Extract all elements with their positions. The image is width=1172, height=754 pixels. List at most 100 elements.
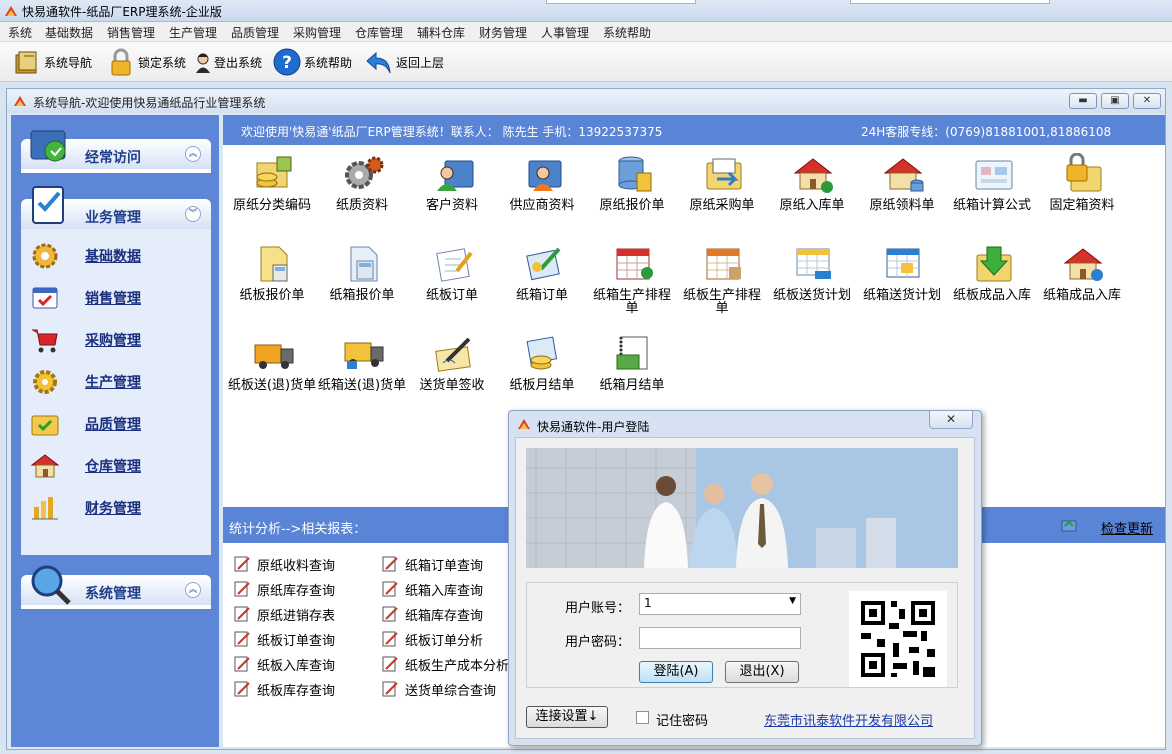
report-item[interactable]: 送货单综合查询 [381,678,496,700]
stats-title: 统计分析-->相关报表： [229,522,367,537]
module-base-paper-inbound[interactable]: 原纸入库单 [767,149,857,229]
check-update-link[interactable]: 检查更新 [1101,518,1153,537]
clipboard-check-icon [32,186,64,224]
logout-button[interactable]: 登出系统 [194,46,262,78]
group-business: 业务管理 ︾ 基础数据 销售管理 采购管理 生产管理 品质管理 仓库管理 财务管… [21,199,211,555]
module-supplier-info[interactable]: 供应商资料 [497,149,587,229]
sidebar-item-finance[interactable]: 财务管理 [29,493,141,523]
module-carton-formula[interactable]: 纸箱计算公式 [947,149,1037,229]
menu-quality[interactable]: 品质管理 [231,24,279,41]
sidebar-item-purchase[interactable]: 采购管理 [29,325,141,355]
module-board-product-inbound[interactable]: 纸板成品入库 [947,239,1037,319]
module-carton-schedule[interactable]: 纸箱生产排程单 [587,239,677,319]
report-item[interactable]: 原纸库存查询 [233,578,335,600]
lock-button[interactable]: 锁定系统 [106,46,186,78]
chevron-down-icon[interactable]: ︾ [185,206,201,222]
module-delivery-sign[interactable]: 送货单签收 [407,329,497,409]
app-titlebar: 快易通软件-纸品厂ERP理系统-企业版 [0,0,1172,22]
menu-purchase[interactable]: 采购管理 [293,24,341,41]
module-carton-order[interactable]: 纸箱订单 [497,239,587,319]
module-customer-info[interactable]: 客户资料 [407,149,497,229]
exit-button[interactable]: 退出(X) [725,661,799,683]
menu-production[interactable]: 生产管理 [169,24,217,41]
titlebar-decoration [850,0,1050,4]
minimize-button[interactable]: ▬ [1069,93,1097,109]
menu-basic-data[interactable]: 基础数据 [45,24,93,41]
module-board-order[interactable]: 纸板订单 [407,239,497,319]
menu-aux-warehouse[interactable]: 辅料仓库 [417,24,465,41]
magnifier-globe-icon [31,565,71,605]
module-base-paper-quote[interactable]: 原纸报价单 [587,149,677,229]
connection-settings-button[interactable]: 连接设置↓ [526,706,608,728]
dialog-close-button[interactable]: ✕ [929,411,973,429]
remember-checkbox[interactable] [636,711,649,724]
checklist-icon [32,287,58,309]
menu-sales[interactable]: 销售管理 [107,24,155,41]
report-pencil-icon [382,606,398,622]
menu-warehouse[interactable]: 仓库管理 [355,24,403,41]
module-carton-delivery-plan[interactable]: 纸箱送货计划 [857,239,947,319]
shopping-cart-icon [32,329,58,353]
report-item[interactable]: 纸板订单分析 [381,628,483,650]
module-base-paper-purchase[interactable]: 原纸采购单 [677,149,767,229]
report-pencil-icon [234,631,250,647]
nav-button[interactable]: 系统导航 [12,46,92,78]
menu-finance[interactable]: 财务管理 [479,24,527,41]
report-item[interactable]: 纸箱入库查询 [381,578,483,600]
report-item[interactable]: 原纸进销存表 [233,603,335,625]
report-item[interactable]: 原纸收料查询 [233,553,335,575]
svg-text:?: ? [282,53,292,73]
bar-chart-icon [32,497,58,520]
menu-system[interactable]: 系统 [8,24,32,41]
module-base-paper-code[interactable]: 原纸分类编码 [227,149,317,229]
chevron-up-icon[interactable]: ︽ [185,582,201,598]
sidebar-item-sales[interactable]: 销售管理 [29,283,141,313]
report-item[interactable]: 纸箱库存查询 [381,603,483,625]
module-fixed-box-info[interactable]: 固定箱资料 [1037,149,1127,229]
user-select[interactable]: 1 ▼ [639,593,801,615]
help-button[interactable]: ? 系统帮助 [272,46,352,78]
login-form: 用户账号： 1 ▼ 用户密码： 登陆(A) 退出(X) [526,582,958,688]
module-carton-monthly[interactable]: 纸箱月结单 [587,329,677,409]
book-icon [15,51,37,74]
user-label: 用户账号： [565,601,631,616]
report-pencil-icon [234,681,250,697]
formula-card-icon [975,160,1013,190]
back-button[interactable]: 返回上层 [364,46,444,78]
module-board-quote[interactable]: 纸板报价单 [227,239,317,319]
module-board-delivery-plan[interactable]: 纸板送货计划 [767,239,857,319]
report-item[interactable]: 纸板订单查询 [233,628,335,650]
module-base-paper-requisition[interactable]: 原纸领料单 [857,149,947,229]
report-item[interactable]: 纸箱订单查询 [381,553,483,575]
module-board-monthly[interactable]: 纸板月结单 [497,329,587,409]
menu-hr[interactable]: 人事管理 [541,24,589,41]
sidebar-item-quality[interactable]: 品质管理 [29,409,141,439]
sidebar-item-warehouse[interactable]: 仓库管理 [29,451,141,481]
close-button[interactable]: ✕ [1133,93,1161,109]
module-carton-delivery-note[interactable]: 纸箱送(退)货单 [317,329,407,409]
module-carton-product-inbound[interactable]: 纸箱成品入库 [1037,239,1127,319]
report-item[interactable]: 纸板库存查询 [233,678,335,700]
password-label: 用户密码： [565,635,631,650]
company-link[interactable]: 东莞市讯泰软件开发有限公司 [764,710,933,729]
menu-help[interactable]: 系统帮助 [603,24,651,41]
nav-window-titlebar: 系统导航-欢迎使用快易通纸品行业管理系统 ▬ ▣ ✕ [7,89,1165,113]
chevron-up-icon[interactable]: ︽ [185,146,201,162]
report-item[interactable]: 纸板入库查询 [233,653,335,675]
sidebar-item-production[interactable]: 生产管理 [29,367,141,397]
maximize-button[interactable]: ▣ [1101,93,1129,109]
module-carton-quote[interactable]: 纸箱报价单 [317,239,407,319]
module-paper-info[interactable]: 纸质资料 [317,149,407,229]
module-board-schedule[interactable]: 纸板生产排程单 [677,239,767,319]
report-item[interactable]: 纸板生产成本分析 [381,653,509,675]
calendar-truck-icon [796,248,831,279]
sidebar-item-basic-data[interactable]: 基础数据 [29,241,141,271]
login-button[interactable]: 登陆(A) [639,661,713,683]
password-field[interactable] [639,627,801,649]
report-pencil-icon [382,631,398,647]
lock-folder-icon [1066,153,1102,192]
module-board-delivery-note[interactable]: 纸板送(退)货单 [227,329,317,409]
report-pencil-icon [382,681,398,697]
gear-icon [33,370,57,394]
truck-icon [344,342,384,369]
